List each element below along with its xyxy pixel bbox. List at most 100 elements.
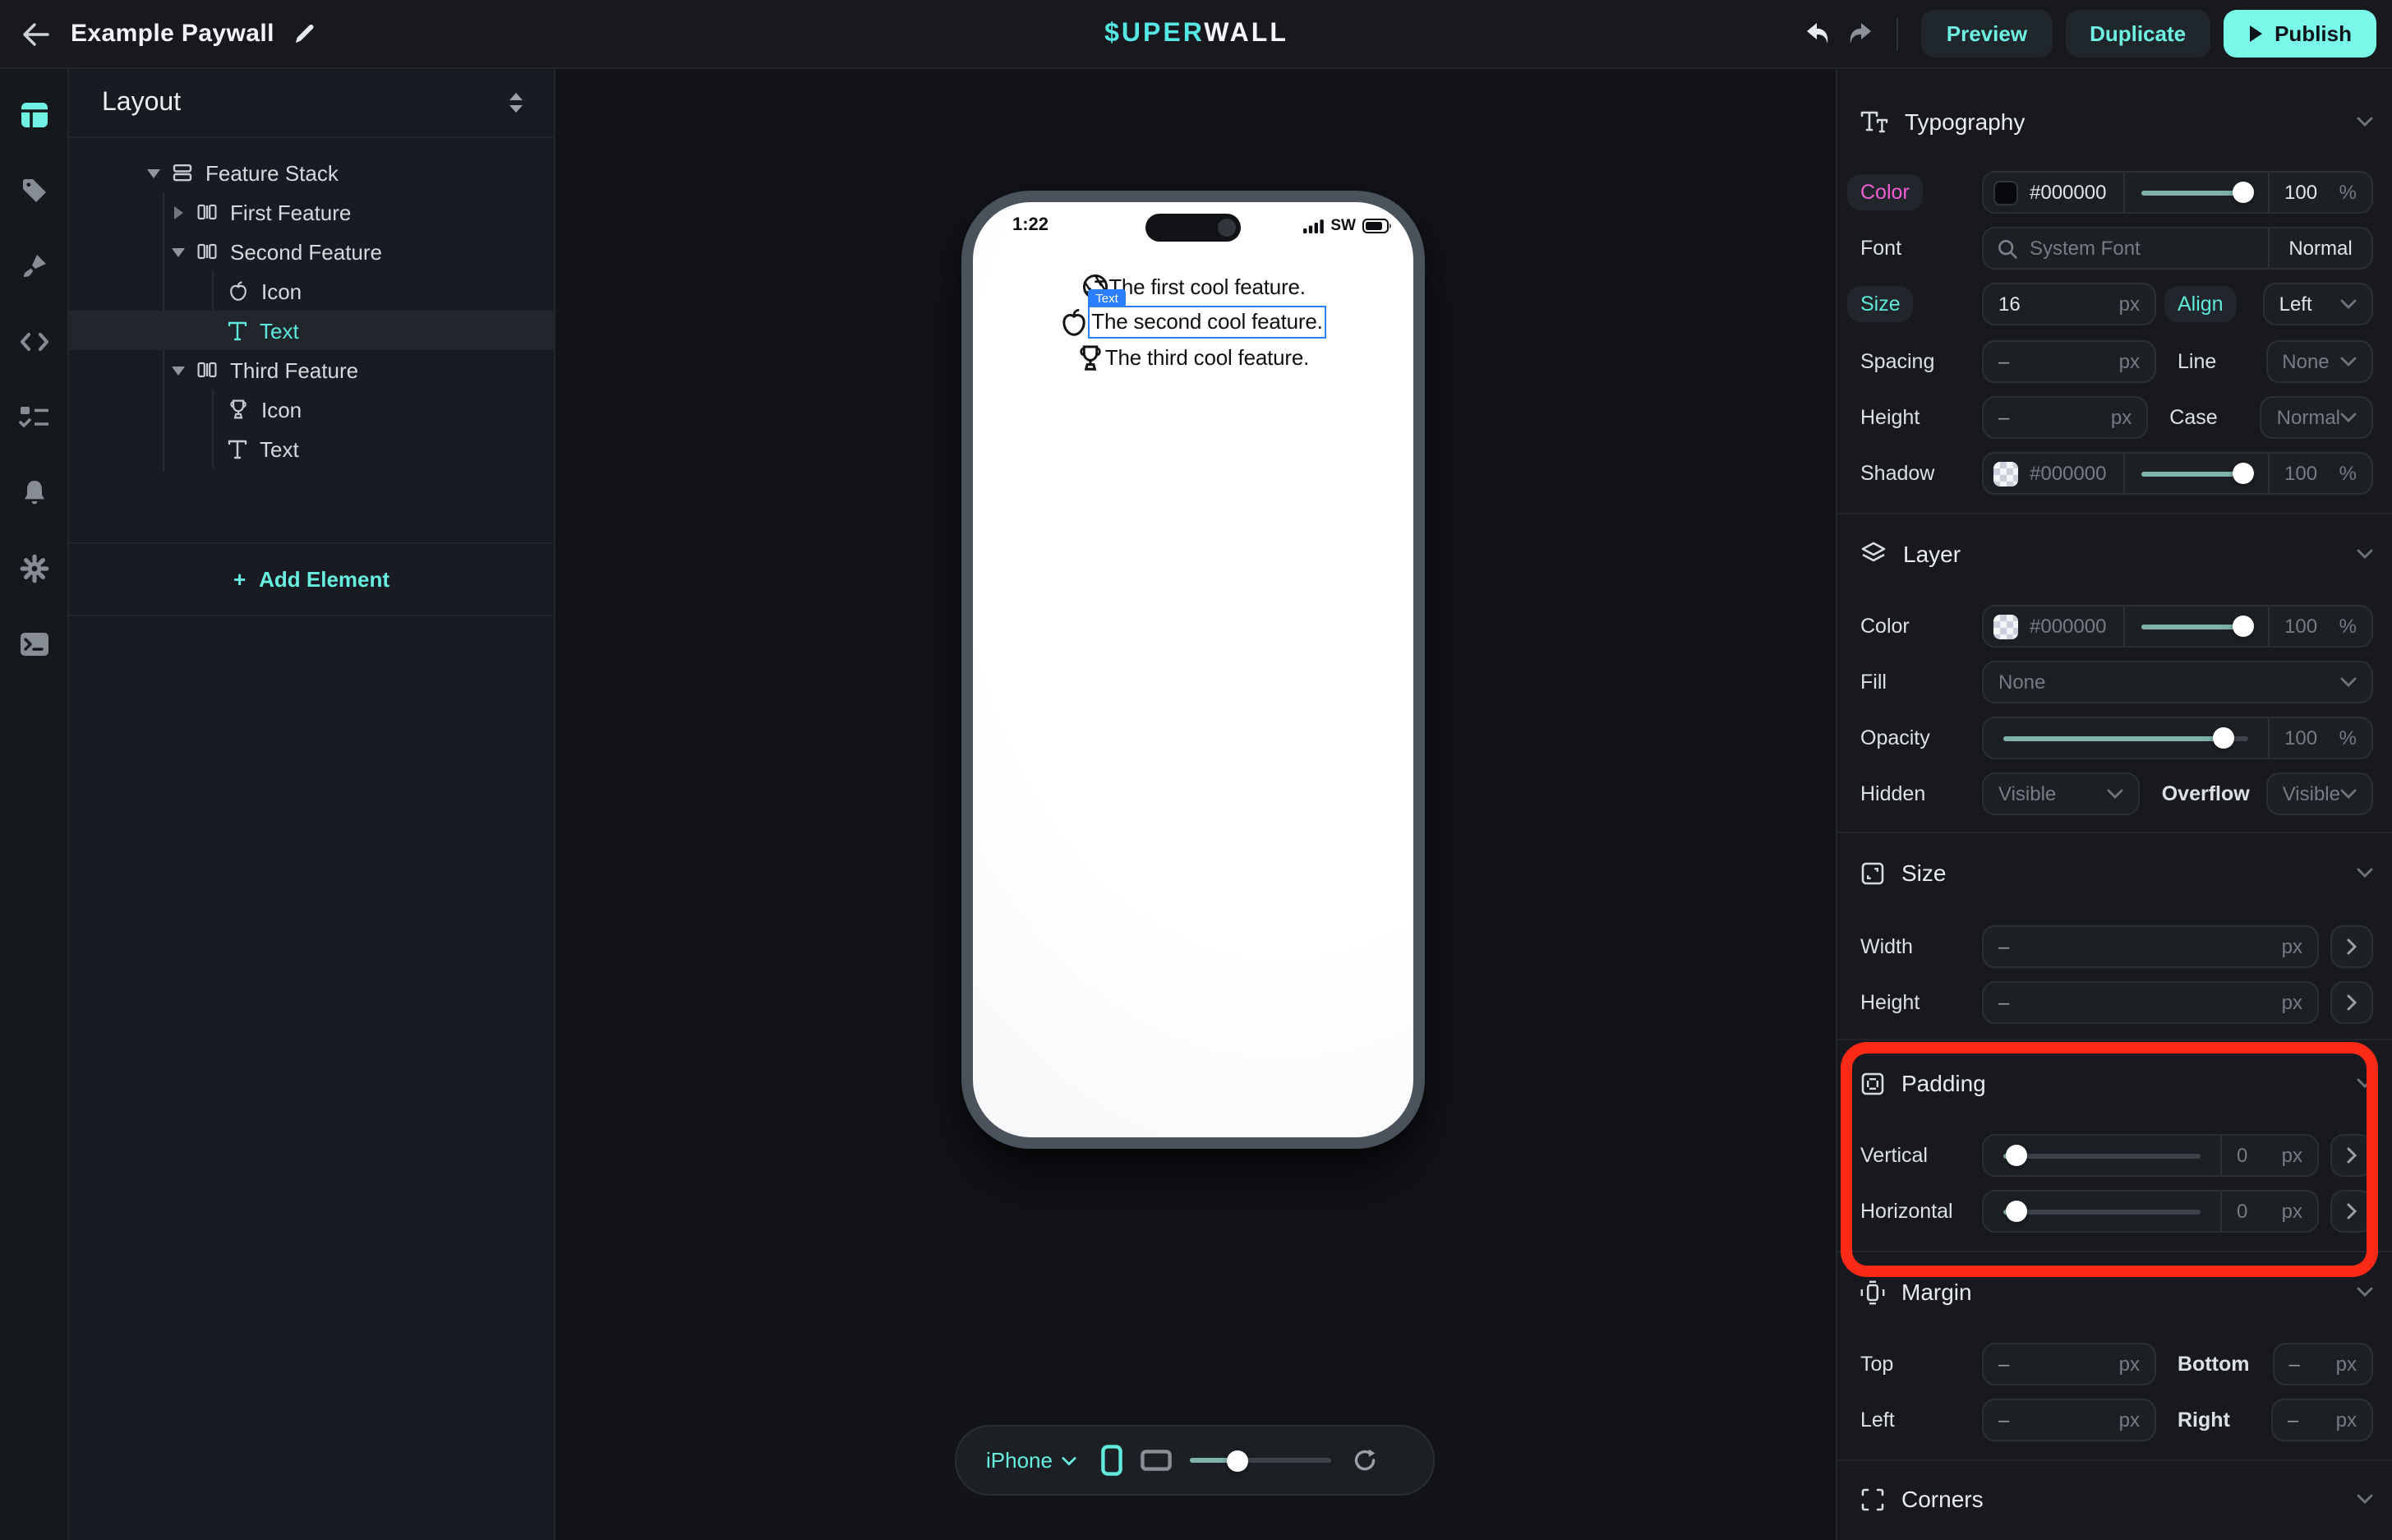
- padding-vertical-value[interactable]: 0: [2237, 1144, 2247, 1167]
- tree-item-text-selected[interactable]: Text: [69, 311, 554, 350]
- color-swatch[interactable]: [1993, 180, 2018, 205]
- feature-row[interactable]: The third cool feature.: [1077, 340, 1309, 376]
- margin-top-bottom-row: Top – px Bottom – px: [1860, 1343, 2373, 1386]
- align-label[interactable]: Align: [2164, 286, 2237, 322]
- color-opacity-value[interactable]: 100: [2284, 181, 2317, 204]
- margin-left-input[interactable]: – px: [1982, 1399, 2156, 1441]
- padding-horizontal-slider[interactable]: [2003, 1209, 2201, 1214]
- size-label[interactable]: Size: [1847, 286, 1914, 322]
- size-height-row: Height – px: [1860, 981, 2373, 1024]
- margin-section-header[interactable]: Margin: [1860, 1270, 2373, 1313]
- shadow-opacity-value[interactable]: 100: [2284, 462, 2317, 485]
- color-opacity-slider[interactable]: [2141, 190, 2251, 195]
- play-icon: [2248, 25, 2263, 43]
- caret-down-icon[interactable]: [168, 364, 187, 376]
- add-element-button[interactable]: + Add Element: [69, 557, 554, 600]
- paywall-preview-screen[interactable]: 1:22 SW The first cool feature.: [973, 202, 1413, 1137]
- padding-vertical-expand-button[interactable]: [2330, 1134, 2373, 1177]
- letter-spacing-input[interactable]: – px: [1982, 340, 2156, 383]
- portrait-icon[interactable]: [1102, 1445, 1123, 1476]
- opacity-value[interactable]: 100: [2284, 726, 2317, 749]
- padding-section-header[interactable]: Padding: [1860, 1062, 2373, 1104]
- layer-color-opacity-value[interactable]: 100: [2284, 615, 2317, 638]
- tree-item-feature-stack[interactable]: Feature Stack: [69, 153, 554, 192]
- height-input[interactable]: – px: [1982, 981, 2319, 1024]
- padding-horizontal-expand-button[interactable]: [2330, 1190, 2373, 1233]
- tree-item-icon[interactable]: Icon: [69, 390, 554, 429]
- layout-icon[interactable]: [18, 99, 49, 131]
- layer-color-hex[interactable]: #000000: [2030, 615, 2106, 638]
- redo-icon[interactable]: [1846, 21, 1874, 46]
- signal-bars-icon: [1302, 219, 1324, 233]
- opacity-slider[interactable]: [2003, 735, 2248, 740]
- feature-text: The first cool feature.: [1108, 275, 1306, 300]
- terminal-icon[interactable]: [18, 631, 49, 657]
- line-height-input[interactable]: – px: [1982, 396, 2148, 439]
- fill-dropdown[interactable]: None: [1982, 661, 2373, 703]
- margin-right-input[interactable]: – px: [2271, 1399, 2373, 1441]
- iphone-mockup: 1:22 SW The first cool feature.: [961, 191, 1425, 1149]
- shadow-color-swatch[interactable]: [1993, 461, 2018, 486]
- back-arrow-icon[interactable]: [21, 21, 51, 47]
- gear-icon[interactable]: [19, 554, 48, 583]
- tree-item-first-feature[interactable]: First Feature: [69, 192, 554, 232]
- paintbrush-icon[interactable]: [19, 251, 48, 281]
- typography-section-header[interactable]: Typography: [1860, 100, 2373, 143]
- fill-label: Fill: [1860, 671, 1982, 694]
- caret-down-icon[interactable]: [168, 246, 187, 257]
- tag-icon[interactable]: [19, 176, 48, 205]
- case-label: Case: [2169, 406, 2217, 429]
- code-icon[interactable]: [18, 330, 49, 354]
- font-size-input[interactable]: 16 px: [1982, 283, 2156, 325]
- color-hex[interactable]: #000000: [2030, 181, 2106, 204]
- sort-icon[interactable]: [508, 92, 524, 113]
- width-input[interactable]: – px: [1982, 925, 2319, 968]
- line-dropdown[interactable]: None: [2265, 340, 2373, 383]
- panel-divider: [69, 542, 554, 544]
- zoom-slider[interactable]: [1191, 1458, 1332, 1463]
- height-expand-button[interactable]: [2330, 981, 2373, 1024]
- case-dropdown[interactable]: Normal: [2261, 396, 2373, 439]
- edit-pencil-icon[interactable]: [294, 23, 316, 44]
- preview-button[interactable]: Preview: [1922, 10, 2052, 58]
- font-weight-value[interactable]: Normal: [2288, 237, 2352, 260]
- margin-top-input[interactable]: – px: [1982, 1343, 2156, 1386]
- align-dropdown[interactable]: Left: [2263, 283, 2373, 325]
- overflow-dropdown[interactable]: Visible: [2266, 772, 2373, 815]
- selection-outline[interactable]: Text The second cool feature.: [1088, 307, 1325, 339]
- padding-icon: [1860, 1071, 1885, 1095]
- caret-right-icon[interactable]: [168, 205, 187, 219]
- shadow-opacity-slider[interactable]: [2141, 471, 2251, 476]
- width-expand-button[interactable]: [2330, 925, 2373, 968]
- tree-item-second-feature[interactable]: Second Feature: [69, 232, 554, 271]
- tree-item-icon[interactable]: Icon: [69, 271, 554, 311]
- typography-size-row: Size 16 px Align Left: [1860, 283, 2373, 325]
- padding-horizontal-value[interactable]: 0: [2237, 1200, 2247, 1223]
- padding-vertical-slider[interactable]: [2003, 1153, 2201, 1158]
- bell-icon[interactable]: [19, 478, 48, 508]
- device-selector[interactable]: iPhone: [986, 1448, 1077, 1473]
- margin-bottom-input[interactable]: – px: [2273, 1343, 2374, 1386]
- color-label[interactable]: Color: [1847, 174, 1923, 210]
- zoom-slider-thumb[interactable]: [1227, 1450, 1248, 1471]
- landscape-icon[interactable]: [1141, 1450, 1173, 1471]
- paywall-title: Example Paywall: [71, 20, 274, 48]
- hidden-dropdown[interactable]: Visible: [1982, 772, 2141, 815]
- undo-icon[interactable]: [1805, 21, 1833, 46]
- corners-section-header[interactable]: Corners: [1860, 1478, 2373, 1520]
- layer-color-swatch[interactable]: [1993, 614, 2018, 639]
- shadow-hex[interactable]: #000000: [2030, 462, 2106, 485]
- size-section-header[interactable]: Size: [1860, 851, 2373, 894]
- caret-down-icon[interactable]: [143, 167, 163, 178]
- tree-item-third-feature[interactable]: Third Feature: [69, 350, 554, 390]
- refresh-icon[interactable]: [1353, 1448, 1378, 1473]
- duplicate-button[interactable]: Duplicate: [2065, 10, 2210, 58]
- checklist-icon[interactable]: [18, 405, 49, 430]
- layer-section-header[interactable]: Layer: [1860, 533, 2373, 575]
- font-search-input[interactable]: System Font: [2030, 237, 2141, 260]
- publish-button[interactable]: Publish: [2224, 10, 2376, 58]
- feature-row-selected[interactable]: Text The second cool feature.: [1060, 305, 1325, 340]
- layer-color-opacity-slider[interactable]: [2141, 624, 2251, 629]
- layer-color-label: Color: [1860, 615, 1982, 638]
- tree-item-text[interactable]: Text: [69, 429, 554, 468]
